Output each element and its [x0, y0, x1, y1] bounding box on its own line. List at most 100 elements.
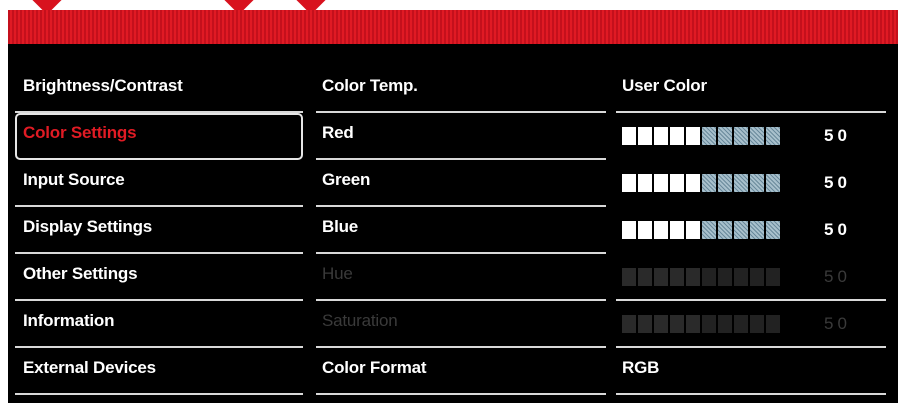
level-segment	[686, 127, 700, 145]
saturation-level-row: 50	[616, 301, 886, 348]
level-segment	[654, 221, 668, 239]
red-level-row[interactable]: 50	[616, 113, 886, 160]
setting-label: Red	[322, 123, 354, 142]
level-segment	[654, 127, 668, 145]
level-segment	[638, 221, 652, 239]
blue-level-bar[interactable]	[622, 221, 780, 239]
setting-label: Blue	[322, 217, 359, 236]
menu-item-label: Color Settings	[23, 123, 137, 142]
menu-item-label: Brightness/Contrast	[23, 76, 183, 95]
menu-item-brightness-contrast[interactable]: Brightness/Contrast	[15, 66, 303, 113]
level-segment	[654, 268, 668, 286]
setting-red[interactable]: Red	[316, 113, 606, 160]
color-temp-value: User Color	[622, 76, 707, 95]
setting-label: Green	[322, 170, 371, 189]
level-segment	[638, 315, 652, 333]
blue-level-row[interactable]: 50	[616, 207, 886, 254]
menu-item-display-settings[interactable]: Display Settings	[15, 207, 303, 254]
setting-green[interactable]: Green	[316, 160, 606, 207]
menu-item-information[interactable]: Information	[15, 301, 303, 348]
level-segment	[718, 315, 732, 333]
level-segment	[702, 221, 716, 239]
level-segment	[702, 174, 716, 192]
menu-item-external-devices[interactable]: External Devices	[15, 348, 303, 395]
osd-header-bar	[8, 10, 898, 44]
level-segment	[654, 174, 668, 192]
level-segment	[734, 268, 748, 286]
level-segment	[750, 221, 764, 239]
setting-blue[interactable]: Blue	[316, 207, 606, 254]
red-level-value: 50	[824, 126, 851, 145]
level-segment	[638, 174, 652, 192]
menu-item-other-settings[interactable]: Other Settings	[15, 254, 303, 301]
level-segment	[718, 127, 732, 145]
level-segment	[686, 315, 700, 333]
level-segment	[734, 315, 748, 333]
menu-item-label: External Devices	[23, 358, 156, 377]
level-segment	[766, 315, 780, 333]
settings-labels: Color Temp. Red Green Blue Hue Saturatio…	[316, 66, 606, 395]
menu-item-label: Input Source	[23, 170, 125, 189]
red-level-bar[interactable]	[622, 127, 780, 145]
level-segment	[718, 174, 732, 192]
level-segment	[686, 268, 700, 286]
level-segment	[750, 127, 764, 145]
level-segment	[686, 174, 700, 192]
level-segment	[766, 221, 780, 239]
level-segment	[702, 315, 716, 333]
divider	[316, 393, 606, 395]
level-segment	[670, 268, 684, 286]
level-segment	[686, 221, 700, 239]
setting-saturation: Saturation	[316, 301, 606, 348]
color-format-value: RGB	[622, 358, 660, 377]
level-segment	[622, 127, 636, 145]
setting-color-temp[interactable]: Color Temp.	[316, 66, 606, 113]
menu-item-color-settings[interactable]: Color Settings	[15, 113, 303, 160]
level-segment	[622, 315, 636, 333]
level-segment	[766, 174, 780, 192]
level-segment	[718, 268, 732, 286]
green-level-row[interactable]: 50	[616, 160, 886, 207]
green-level-bar[interactable]	[622, 174, 780, 192]
hue-level-row: 50	[616, 254, 886, 301]
level-segment	[638, 127, 652, 145]
level-segment	[734, 127, 748, 145]
level-segment	[670, 315, 684, 333]
setting-color-format[interactable]: Color Format	[316, 348, 606, 395]
level-segment	[622, 174, 636, 192]
level-segment	[670, 174, 684, 192]
setting-label: Color Temp.	[322, 76, 418, 95]
color-format-value-row[interactable]: RGB	[616, 348, 886, 395]
top-decoration	[0, 0, 906, 15]
setting-label: Hue	[322, 264, 353, 283]
menu-item-label: Display Settings	[23, 217, 153, 236]
level-segment	[638, 268, 652, 286]
level-segment	[750, 174, 764, 192]
menu-item-label: Information	[23, 311, 115, 330]
main-menu: Brightness/Contrast Color Settings Input…	[15, 66, 303, 395]
level-segment	[750, 315, 764, 333]
settings-values: User Color 50 50 50 50 50 RGB	[616, 66, 886, 395]
blue-level-value: 50	[824, 220, 851, 239]
level-segment	[702, 127, 716, 145]
saturation-level-value: 50	[824, 314, 851, 333]
setting-hue: Hue	[316, 254, 606, 301]
level-segment	[654, 315, 668, 333]
level-segment	[718, 221, 732, 239]
osd-menu: Brightness/Contrast Color Settings Input…	[8, 10, 898, 403]
level-segment	[670, 221, 684, 239]
menu-item-input-source[interactable]: Input Source	[15, 160, 303, 207]
setting-label: Saturation	[322, 311, 398, 330]
level-segment	[734, 174, 748, 192]
level-segment	[750, 268, 764, 286]
level-segment	[766, 268, 780, 286]
level-segment	[670, 127, 684, 145]
color-temp-value-row[interactable]: User Color	[616, 66, 886, 113]
setting-label: Color Format	[322, 358, 427, 377]
menu-item-label: Other Settings	[23, 264, 138, 283]
level-segment	[766, 127, 780, 145]
divider	[616, 393, 886, 395]
hue-level-bar	[622, 268, 780, 286]
saturation-level-bar	[622, 315, 780, 333]
level-segment	[622, 268, 636, 286]
